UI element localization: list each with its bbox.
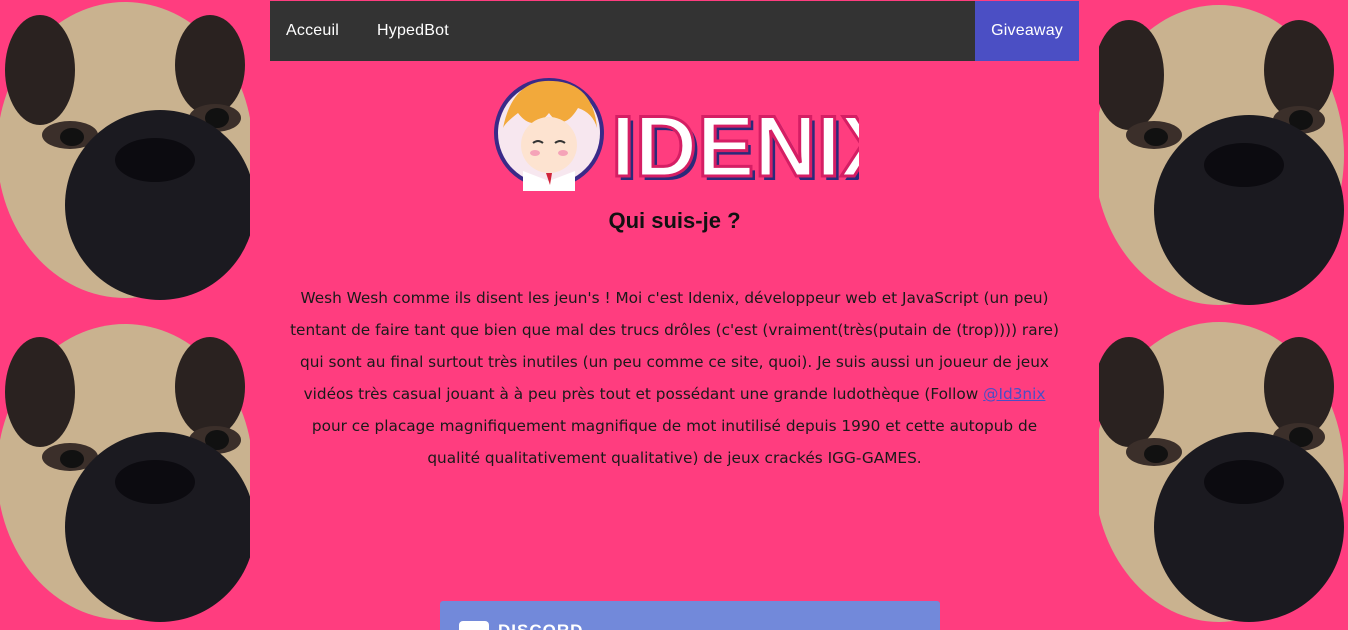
pug-image-top-right — [1099, 5, 1348, 315]
nav-giveaway-link[interactable]: Giveaway — [975, 1, 1079, 61]
intro-paragraph: Wesh Wesh comme ils disent les jeun's ! … — [286, 282, 1063, 474]
site-logo: IDENIX IDENIX — [493, 73, 902, 199]
pug-image-bottom-right — [1099, 322, 1348, 630]
discord-icon — [459, 621, 489, 630]
nav-hypedbot-link[interactable]: HypedBot — [361, 1, 465, 61]
top-navbar: Acceuil HypedBot Giveaway — [270, 1, 1079, 61]
discord-widget[interactable]: DISCORD — [440, 601, 940, 630]
intro-text-after: pour ce placage magnifiquement magnifiqu… — [311, 417, 1038, 467]
main-column: Acceuil HypedBot Giveaway IDENIX IDENIX — [270, 0, 1079, 630]
pug-image-bottom-left — [0, 322, 250, 630]
logo-text: IDENIX — [611, 99, 859, 191]
nav-home-link[interactable]: Acceuil — [270, 1, 355, 61]
twitter-link[interactable]: @Id3nix — [983, 385, 1045, 403]
discord-label: DISCORD — [498, 621, 583, 630]
page-title: Qui suis-je ? — [608, 208, 741, 233]
pug-image-top-left — [0, 0, 250, 310]
page: Acceuil HypedBot Giveaway IDENIX IDENIX — [0, 0, 1348, 630]
intro-text-before: Wesh Wesh comme ils disent les jeun's ! … — [290, 289, 1059, 403]
